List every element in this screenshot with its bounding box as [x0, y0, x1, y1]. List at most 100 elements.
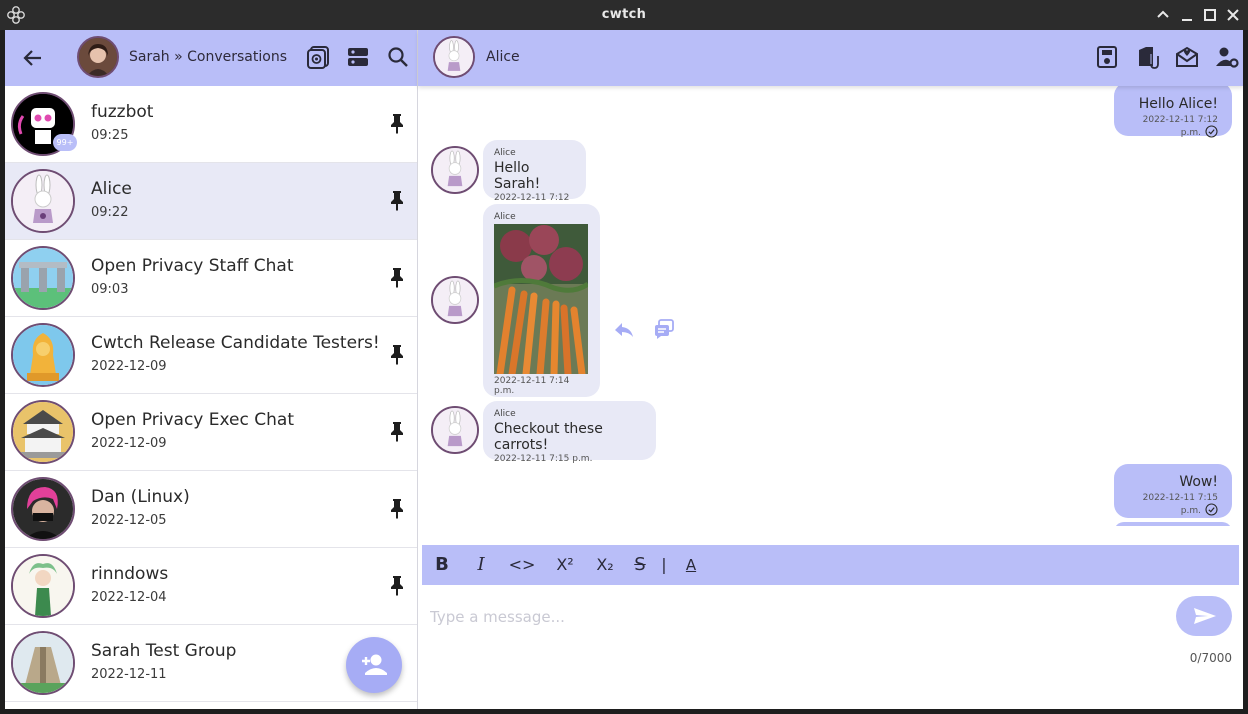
message-image[interactable] [494, 224, 588, 374]
character-counter: 0/7000 [1189, 651, 1232, 665]
conversation-name: Open Privacy Exec Chat [91, 410, 294, 430]
conversation-time: 2022-12-05 [91, 513, 167, 528]
message-bubble-incoming[interactable]: Alice Hello Sarah! 2022-12-11 7:12 p.m. [483, 140, 586, 213]
pin-icon[interactable] [387, 574, 407, 596]
send-icon [1194, 608, 1216, 624]
attach-file-icon[interactable] [1134, 44, 1160, 70]
conversation-pane: Sarah » Conversations 99+ fuzzbot 09:25 … [5, 30, 417, 709]
message-sender: Alice [494, 212, 516, 222]
message-info-icon[interactable] [653, 318, 675, 340]
conversation-time: 09:22 [91, 205, 129, 220]
conversation-item-cwtch-release-candidate-testers[interactable]: Cwtch Release Candidate Testers! 2022-12… [5, 317, 417, 394]
chat-pane: Alice Hello Alice! 2022-12-11 7:12 p.m. … [418, 30, 1243, 709]
code-button[interactable]: <> [508, 553, 536, 577]
pin-icon[interactable] [387, 343, 407, 365]
superscript-button[interactable]: X² [550, 553, 580, 577]
avatar [11, 477, 75, 541]
strikethrough-button[interactable]: S [628, 553, 652, 577]
conversation-name: Open Privacy Staff Chat [91, 256, 294, 276]
conversation-time: 2022-12-04 [91, 590, 167, 605]
server-icon[interactable] [345, 44, 371, 70]
message-bubble-outgoing[interactable]: Hello Alice! 2022-12-11 7:12 p.m. [1114, 86, 1232, 138]
avatar [11, 631, 75, 695]
message-timestamp: 2022-12-11 7:12 p.m. [1142, 115, 1218, 138]
message-timestamp: 2022-12-11 7:15 p.m. [1142, 493, 1218, 516]
profile-avatar[interactable] [77, 36, 119, 78]
acknowledged-check-icon [1205, 125, 1218, 138]
add-contact-button[interactable] [346, 637, 402, 693]
conversation-item-fuzzbot[interactable]: 99+ fuzzbot 09:25 [5, 86, 417, 163]
send-button[interactable] [1176, 596, 1232, 636]
conversation-name: Cwtch Release Candidate Testers! [91, 333, 380, 353]
conversation-name: Dan (Linux) [91, 487, 190, 507]
conversation-item-rinndows[interactable]: rinndows 2022-12-04 [5, 548, 417, 625]
conversation-item-alice[interactable]: Alice 09:22 [5, 163, 417, 240]
chat-header: Alice [418, 30, 1243, 86]
sender-avatar[interactable] [431, 276, 479, 324]
app-window: cwtch Sarah » Conversations 99+ fuzzbot … [0, 0, 1248, 714]
message-sender: Alice [494, 148, 516, 158]
contact-avatar[interactable] [433, 36, 475, 78]
message-text: Wow! [1179, 474, 1218, 490]
back-arrow-icon[interactable] [21, 46, 45, 70]
conversation-name: fuzzbot [91, 102, 154, 122]
search-icon[interactable] [385, 44, 411, 70]
title-bar: cwtch [0, 0, 1248, 30]
conversation-name: Sarah Test Group [91, 641, 237, 661]
conversation-time: 2022-12-09 [91, 436, 167, 451]
toolbar-separator: | [661, 555, 667, 574]
conversation-name: rinndows [91, 564, 169, 584]
message-input[interactable] [430, 602, 1170, 632]
avatar [11, 400, 75, 464]
message-list: Hello Alice! 2022-12-11 7:12 p.m. Alice … [418, 86, 1243, 526]
message-timestamp: 2022-12-11 7:14 p.m. [494, 376, 570, 396]
message-bubble-outgoing-partial [1114, 522, 1232, 526]
message-text: Checkout these carrots! [494, 421, 603, 453]
invite-icon[interactable] [1174, 44, 1200, 70]
maximize-icon[interactable] [1202, 7, 1218, 23]
avatar [11, 554, 75, 618]
clear-format-button[interactable]: A [679, 553, 703, 577]
profile-header: Sarah » Conversations [5, 30, 417, 86]
bold-button[interactable]: B [430, 553, 454, 577]
italic-button[interactable]: I [469, 553, 493, 577]
tor-status-icon[interactable] [305, 44, 331, 70]
conversation-time: 09:03 [91, 282, 129, 297]
conversation-item-open-privacy-staff-chat[interactable]: Open Privacy Staff Chat 09:03 [5, 240, 417, 317]
conversation-time: 2022-12-09 [91, 359, 167, 374]
conversation-list: 99+ fuzzbot 09:25 Alice 09:22 Open Priva… [5, 86, 417, 709]
message-timestamp: 2022-12-11 7:15 p.m. [494, 454, 593, 464]
avatar [11, 323, 75, 387]
message-bubble-incoming[interactable]: Alice Checkout these carrots! 2022-12-11… [483, 401, 656, 464]
profile-title: Sarah » Conversations [129, 49, 287, 65]
window-title: cwtch [601, 7, 647, 22]
subscript-button[interactable]: X₂ [590, 553, 620, 577]
conversation-item-open-privacy-exec-chat[interactable]: Open Privacy Exec Chat 2022-12-09 [5, 394, 417, 471]
sender-avatar[interactable] [431, 406, 479, 454]
avatar [11, 246, 75, 310]
unread-badge: 99+ [53, 134, 77, 151]
chevron-up-icon[interactable] [1155, 7, 1171, 23]
shared-files-icon[interactable] [1094, 44, 1120, 70]
message-sender: Alice [494, 409, 516, 419]
reply-icon[interactable] [613, 319, 635, 341]
close-icon[interactable] [1225, 7, 1241, 23]
message-bubble-incoming[interactable]: Alice 2022-12-11 7:14 p.m. [483, 204, 600, 397]
contact-name: Alice [486, 49, 520, 65]
pin-icon[interactable] [387, 266, 407, 288]
pin-icon[interactable] [387, 497, 407, 519]
contact-settings-icon[interactable] [1214, 44, 1240, 70]
acknowledged-check-icon [1205, 503, 1218, 516]
minimize-icon[interactable] [1179, 7, 1195, 23]
conversation-item-dan-linux[interactable]: Dan (Linux) 2022-12-05 [5, 471, 417, 548]
conversation-name: Alice [91, 179, 132, 199]
app-content: Sarah » Conversations 99+ fuzzbot 09:25 … [5, 30, 1243, 709]
sender-avatar[interactable] [431, 146, 479, 194]
pin-icon[interactable] [387, 112, 407, 134]
pin-icon[interactable] [387, 189, 407, 211]
formatting-toolbar: B I <> X² X₂ S | A [422, 545, 1239, 585]
message-bubble-outgoing[interactable]: Wow! 2022-12-11 7:15 p.m. [1114, 464, 1232, 518]
message-text: Hello Sarah! [494, 160, 541, 192]
pin-icon[interactable] [387, 420, 407, 442]
conversation-time: 2022-12-11 [91, 667, 167, 682]
